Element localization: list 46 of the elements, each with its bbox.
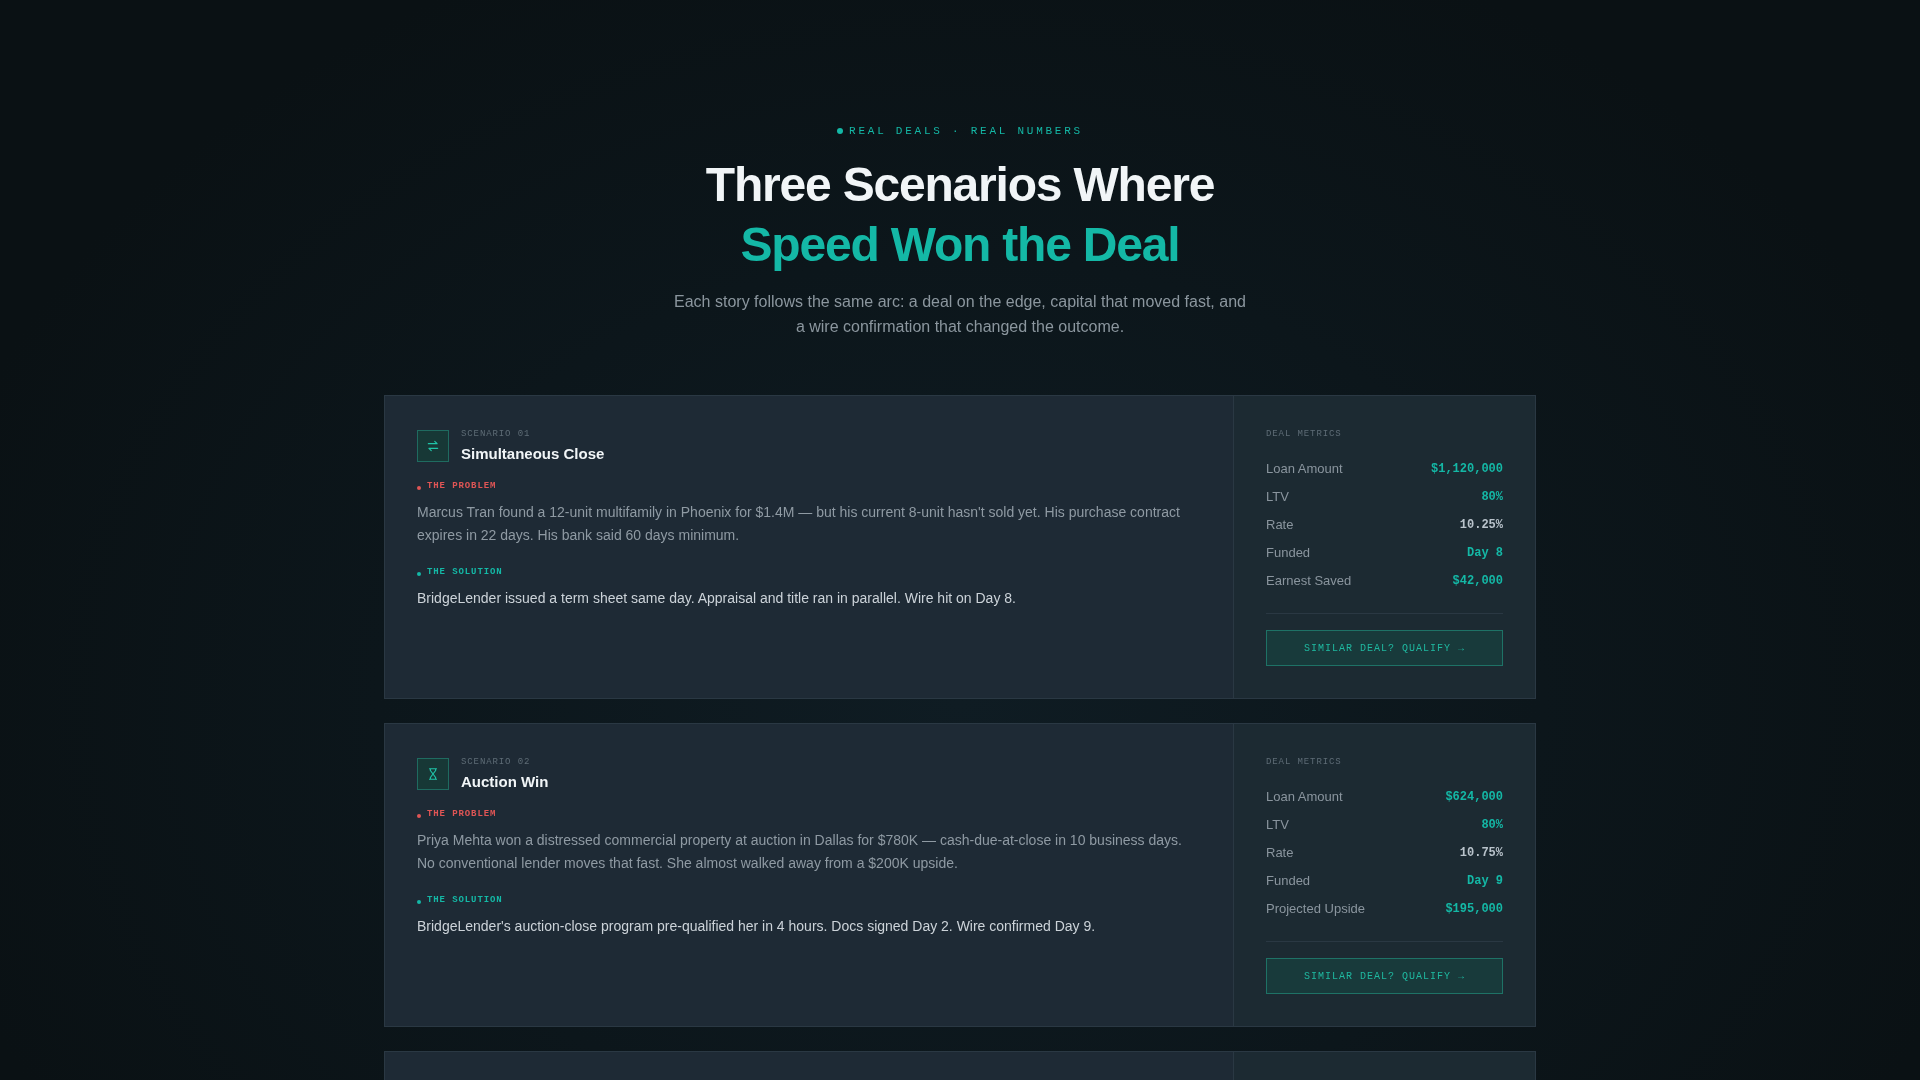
metric-value: $42,000: [1452, 573, 1503, 590]
metric-value: $195,000: [1445, 901, 1503, 918]
section-label: THE SOLUTION: [427, 566, 503, 578]
status-dot-icon: [837, 128, 844, 134]
metric-label: Rate: [1266, 844, 1294, 862]
hourglass-icon: [417, 758, 449, 790]
metric-value: $1,120,000: [1431, 461, 1503, 478]
page-subtitle: Each story follows the same arc: a deal on the edge, capital that moved fast, and a wire confirmation that changed the outcome.: [673, 292, 1247, 337]
scenario-title: Auction Win: [461, 772, 549, 792]
metric-value: 10.75%: [1459, 845, 1503, 862]
metric-value: 80%: [1481, 489, 1503, 506]
metric-label: Earnest Saved: [1266, 572, 1352, 590]
problem-text: Marcus Tran found a 12-unit multifamily in Phoenix for $1.4M — but his current 8-unit hasn't sold yet. His purchase contract expires in 22 days. His bank said 60 days minimum.: [417, 503, 1181, 545]
section-label: THE PROBLEM: [427, 480, 497, 492]
metric-value: Day 8: [1467, 545, 1503, 562]
metric-label: Loan Amount: [1266, 788, 1343, 806]
bullet-dot-icon: [417, 571, 421, 576]
metrics-heading: DEAL METRICS: [1266, 428, 1342, 440]
scenario-number: SCENARIO 01: [461, 428, 531, 440]
bullet-dot-icon: [417, 485, 421, 490]
scenario-number: SCENARIO 02: [461, 756, 531, 768]
solution-text: BridgeLender's auction-close program pre-qualified her in 4 hours. Docs signed Day 2. Wire confirmed Day 9.: [417, 917, 1097, 936]
swap-arrows-icon: [417, 430, 449, 462]
problem-text: Priya Mehta won a distressed commercial property at auction in Dallas for $780K — cash-due-at-close in 10 business days. No conventional lender moves that fast. She almost walked away from a $200K upside.: [417, 831, 1183, 873]
metric-value: 80%: [1481, 817, 1503, 834]
bullet-dot-icon: [417, 813, 421, 818]
metric-value: $624,000: [1445, 789, 1503, 806]
metrics-heading: DEAL METRICS: [1266, 756, 1342, 768]
solution-text: BridgeLender issued a term sheet same day. Appraisal and title ran in parallel. Wire hit on Day 8.: [417, 589, 1017, 608]
metric-label: LTV: [1266, 488, 1289, 506]
metric-label: Funded: [1266, 544, 1311, 562]
page-heading: Three Scenarios Where Speed Won the Deal: [705, 157, 1215, 273]
metric-label: Rate: [1266, 516, 1294, 534]
scenario-title: Simultaneous Close: [461, 444, 605, 464]
metric-label: Projected Upside: [1266, 900, 1365, 918]
metric-label: Loan Amount: [1266, 460, 1343, 478]
metric-label: Funded: [1266, 872, 1311, 890]
qualify-button[interactable]: SIMILAR DEAL? QUALIFY →: [1266, 958, 1503, 994]
section-label: THE PROBLEM: [427, 808, 497, 820]
metric-label: LTV: [1266, 816, 1289, 834]
section-label: THE SOLUTION: [427, 894, 503, 906]
eyebrow-text: REAL DEALS · REAL NUMBERS: [849, 124, 1083, 139]
metric-value: 10.25%: [1459, 517, 1503, 534]
bullet-dot-icon: [417, 899, 421, 904]
metric-value: Day 9: [1467, 873, 1503, 890]
qualify-button[interactable]: SIMILAR DEAL? QUALIFY →: [1266, 630, 1503, 666]
